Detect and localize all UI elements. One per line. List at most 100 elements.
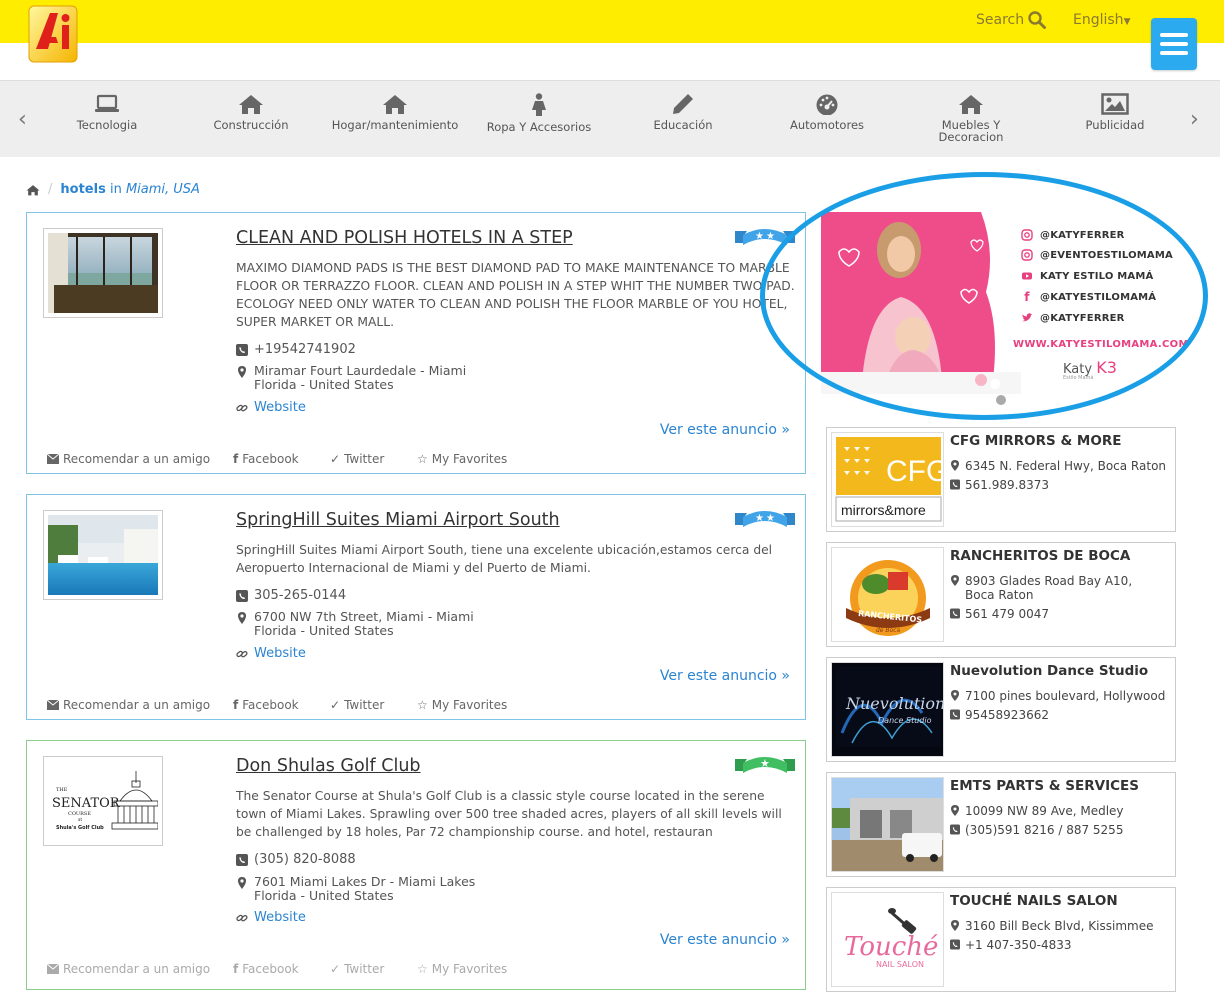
- favorites-link[interactable]: ☆ My Favorites: [417, 698, 507, 712]
- phone-icon: [236, 854, 248, 866]
- business-name[interactable]: TOUCHÉ NAILS SALON: [950, 893, 1118, 909]
- hamburger-menu-button[interactable]: [1151, 18, 1197, 70]
- listing-thumbnail[interactable]: THE SENATOR COURSE at Shula's Golf Club: [43, 756, 163, 846]
- phone-icon: [236, 590, 248, 602]
- business-address: 3160 Bill Beck Blvd, Kissimmee: [950, 919, 1153, 933]
- recommend-link[interactable]: Recomendar a un amigo: [47, 452, 233, 466]
- listing-phone: (305) 820-8088: [236, 852, 356, 867]
- youtube-icon: [1022, 272, 1032, 280]
- business-phone: 561.989.8373: [950, 478, 1049, 492]
- caret-down-icon: ▼: [1123, 17, 1131, 27]
- chevron-left-icon[interactable]: ‹: [18, 107, 27, 132]
- instagram-icon: [1021, 229, 1033, 241]
- senator-course-logo: THE SENATOR COURSE at Shula's Golf Club: [52, 771, 158, 831]
- envelope-icon: [47, 700, 59, 710]
- business-card[interactable]: RANCHERITOS de Boca RANCHERITOS DE BOCA …: [826, 542, 1176, 647]
- listing-phone: 305-265-0144: [236, 588, 346, 603]
- link-icon: [236, 404, 248, 412]
- language-dropdown[interactable]: English▼: [1073, 12, 1130, 28]
- view-listing-link[interactable]: Ver este anuncio »: [660, 422, 790, 438]
- phone-icon: [950, 824, 960, 835]
- view-listing-link[interactable]: Ver este anuncio »: [660, 668, 790, 684]
- business-card[interactable]: CFG mirrors&more CFG MIRRORS & MORE 6345…: [826, 427, 1176, 532]
- listing-thumbnail[interactable]: [43, 510, 163, 600]
- svg-text:★: ★: [755, 513, 764, 524]
- listing-website[interactable]: Website: [236, 646, 306, 661]
- map-marker-icon: [238, 366, 246, 378]
- business-name[interactable]: CFG MIRRORS & MORE: [950, 433, 1121, 449]
- ad-url[interactable]: WWW.KATYESTILOMAMA.COM: [1013, 339, 1189, 350]
- phone-icon: [950, 939, 960, 950]
- envelope-icon: [47, 964, 59, 974]
- menu-line: [1160, 51, 1188, 55]
- facebook-icon: f: [233, 962, 239, 976]
- home-icon: [239, 95, 263, 114]
- star-icon: ☆: [417, 962, 428, 976]
- ad-social-facebook: f @KATYESTILOMAMÁ: [1021, 290, 1156, 304]
- svg-text:de Boca: de Boca: [876, 627, 900, 634]
- star-icon: ☆: [417, 452, 428, 466]
- facebook-share-link[interactable]: f Facebook: [233, 962, 330, 976]
- view-listing-link[interactable]: Ver este anuncio »: [660, 932, 790, 948]
- facebook-share-link[interactable]: f Facebook: [233, 452, 330, 466]
- category-tecnologia[interactable]: Tecnologia: [37, 93, 177, 131]
- category-automotores[interactable]: Automotores: [757, 93, 897, 131]
- link-icon: [236, 914, 248, 922]
- listing-title-link[interactable]: SpringHill Suites Miami Airport South: [236, 510, 560, 530]
- listing-title-link[interactable]: Don Shulas Golf Club: [236, 756, 421, 776]
- svg-text:★: ★: [755, 231, 764, 242]
- twitter-share-link[interactable]: ✓ Twitter: [330, 452, 417, 466]
- twitter-share-link[interactable]: ✓ Twitter: [330, 698, 417, 712]
- favorites-link[interactable]: ☆ My Favorites: [417, 962, 507, 976]
- svg-text:NAIL SALON: NAIL SALON: [876, 960, 924, 969]
- chevron-right-icon[interactable]: ›: [1190, 107, 1199, 132]
- site-logo[interactable]: [28, 3, 80, 65]
- business-card[interactable]: EMTS PARTS & SERVICES 10099 NW 89 Ave, M…: [826, 772, 1176, 877]
- listing-website[interactable]: Website: [236, 400, 306, 415]
- category-publicidad[interactable]: Publicidad: [1045, 93, 1185, 131]
- category-hogar[interactable]: Hogar/mantenimiento: [325, 93, 465, 131]
- category-muebles[interactable]: Muebles Y Decoracion: [901, 93, 1041, 143]
- business-name[interactable]: EMTS PARTS & SERVICES: [950, 778, 1139, 794]
- business-card[interactable]: Touché NAIL SALON TOUCHÉ NAILS SALON 316…: [826, 887, 1176, 992]
- business-name[interactable]: RANCHERITOS DE BOCA: [950, 548, 1130, 564]
- svg-text:★: ★: [760, 757, 770, 770]
- two-star-ribbon-icon: ★ ★: [735, 229, 795, 245]
- category-construccion[interactable]: Construcción: [181, 93, 321, 131]
- favorites-link[interactable]: ☆ My Favorites: [417, 452, 507, 466]
- facebook-share-link[interactable]: f Facebook: [233, 698, 330, 712]
- business-logo: Touché NAIL SALON: [831, 892, 944, 987]
- home-icon: [959, 95, 983, 114]
- carousel-dot[interactable]: [996, 395, 1006, 405]
- svg-text:★: ★: [766, 513, 775, 524]
- business-phone: +1 407-350-4833: [950, 938, 1072, 952]
- svg-text:Shula's Golf Club: Shula's Golf Club: [56, 825, 104, 831]
- listing-website[interactable]: Website: [236, 910, 306, 925]
- category-ropa[interactable]: Ropa Y Accesorios: [469, 93, 609, 133]
- category-educacion[interactable]: Educación: [613, 93, 753, 131]
- listing-actions: Recomendar a un amigo f Facebook ✓ Twitter…: [47, 962, 507, 976]
- ad-social-youtube: KATY ESTILO MAMÁ: [1021, 270, 1153, 282]
- listing-address: 7601 Miami Lakes Dr - Miami Lakes Florida…: [236, 875, 475, 903]
- business-phone: 95458923662: [950, 708, 1049, 722]
- listing-title-link[interactable]: CLEAN AND POLISH HOTELS IN A STEP: [236, 228, 573, 248]
- map-marker-icon: [951, 575, 959, 586]
- svg-text:Dance Studio: Dance Studio: [878, 716, 932, 725]
- nuevolution-logo: Nuevolution Dance Studio: [836, 667, 943, 747]
- business-address: 10099 NW 89 Ave, Medley: [950, 804, 1124, 818]
- home-icon[interactable]: [26, 184, 40, 196]
- pencil-icon: [673, 94, 693, 114]
- twitter-share-link[interactable]: ✓ Twitter: [330, 962, 417, 976]
- recommend-link[interactable]: Recomendar a un amigo: [47, 962, 233, 976]
- search-link[interactable]: Search: [976, 11, 1047, 29]
- svg-text:CFG: CFG: [886, 455, 944, 488]
- business-card[interactable]: Nuevolution Dance Studio Nuevolution Dan…: [826, 657, 1176, 762]
- listing-description: SpringHill Suites Miami Airport South, t…: [236, 543, 773, 575]
- language-label: English: [1073, 12, 1124, 28]
- listing-thumbnail[interactable]: [43, 228, 163, 318]
- svg-text:SENATOR: SENATOR: [52, 796, 121, 811]
- recommend-link[interactable]: Recomendar a un amigo: [47, 698, 233, 712]
- star-icon: ☆: [417, 698, 428, 712]
- search-label: Search: [976, 12, 1025, 28]
- business-name[interactable]: Nuevolution Dance Studio: [950, 663, 1148, 679]
